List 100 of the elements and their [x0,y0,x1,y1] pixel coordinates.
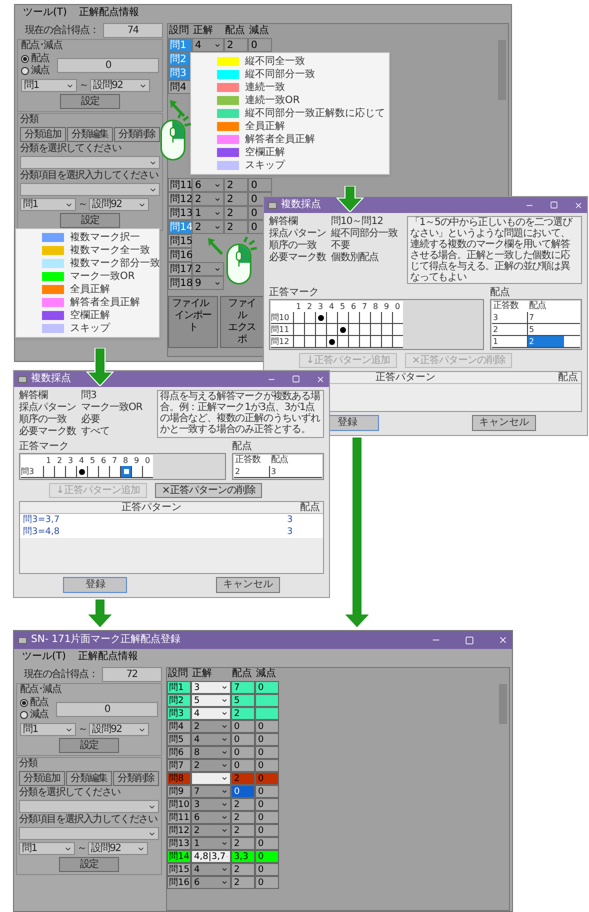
answer-dropdown[interactable]: 4 [191,733,231,746]
dropdown[interactable]: 設問92 [88,842,148,855]
set-button[interactable]: 設定 [59,857,119,872]
menu-item[interactable]: 空欄正解 [38,309,159,322]
set-button[interactable]: 設定 [60,94,120,109]
answer-dropdown[interactable]: 2 [191,720,231,733]
close-icon[interactable] [574,200,583,210]
question-cell[interactable]: 問5 [167,733,191,746]
question-cell[interactable]: 問13 [168,206,192,220]
answer-dropdown[interactable]: 1 [192,206,224,220]
menu-item[interactable]: 解答者全員正解 [38,296,159,309]
menu-item[interactable]: 複数マーク全一致 [38,244,159,257]
question-cell[interactable]: 問7 [167,759,191,772]
answer-dropdown[interactable]: 6 [192,178,224,192]
mark-cell[interactable] [76,466,87,477]
question-cell[interactable]: 問11 [168,178,192,192]
points-cell[interactable]: 5 [528,324,564,335]
dropdown[interactable]: 設問92 [89,723,150,736]
radio-button[interactable] [20,711,28,719]
dropdown[interactable]: 設問92 [90,79,150,92]
question-cell[interactable]: 問6 [167,746,191,759]
menu-item[interactable]: 解答者全員正解 [213,133,389,146]
question-cell[interactable]: 問16 [167,876,191,889]
answer-dropdown[interactable]: 3 [191,681,231,694]
question-cell[interactable]: 問17 [168,262,192,276]
menu-item[interactable]: スキップ [213,159,389,172]
question-cell[interactable]: 問2 [167,694,191,707]
question-cell[interactable]: 問15 [167,863,191,876]
menu-item[interactable]: スキップ [38,322,159,335]
answer-dropdown[interactable]: 2 [192,262,224,276]
category-button[interactable]: 分類削除 [114,127,160,142]
mark-cell[interactable] [315,312,326,323]
radio-button[interactable] [21,55,29,63]
answer-dropdown[interactable]: 4 [191,863,231,876]
answer-dropdown[interactable]: 4,8|3,7 [191,850,231,863]
menu-item[interactable]: 正解配点情報 [78,8,139,18]
question-cell[interactable]: 問4 [167,720,191,733]
question-cell[interactable]: 問9 [167,785,191,798]
menu-item[interactable]: 正解配点情報 [78,652,138,662]
category-button[interactable]: 分類追加 [20,127,66,142]
dropdown[interactable]: 問1 [19,842,75,855]
answer-dropdown[interactable]: 4 [192,38,224,52]
answer-dropdown[interactable]: 2 [192,220,224,234]
points-cell[interactable]: 2 [528,336,564,347]
question-cell[interactable]: 問15 [168,234,192,248]
question-cell[interactable]: 問12 [167,824,191,837]
close-icon[interactable] [316,374,325,384]
mark-cell[interactable] [337,324,348,335]
menu-item[interactable]: 連続一致 [213,81,389,94]
menu-item[interactable]: 縦不同全一致 [213,55,389,68]
question-cell[interactable]: 問18 [168,276,192,290]
maximize-icon[interactable] [292,375,300,383]
dropdown[interactable]: 問1 [21,79,77,92]
menu-item[interactable]: 連続一致OR [213,94,389,107]
question-cell[interactable]: 問1 [167,681,191,694]
answer-dropdown[interactable]: 4 [191,707,231,720]
mark-cell[interactable] [326,336,337,347]
menu-item[interactable]: ツール(T) [22,652,66,662]
answer-dropdown[interactable]: 1 [191,837,231,850]
question-cell[interactable]: 問11 [167,811,191,824]
dropdown[interactable]: 設問92 [89,198,150,211]
menu-item[interactable]: 複数マーク択一 [38,231,159,244]
dropdown[interactable]: 問1 [20,198,76,211]
mark-cell[interactable] [120,466,131,477]
menu-item[interactable]: 全員正解 [38,283,159,296]
points-cell[interactable]: 7 [528,312,564,323]
menu-item[interactable]: ツール(T) [23,8,67,18]
dropdown[interactable]: 問1 [20,723,76,736]
question-cell[interactable]: 問3 [167,707,191,720]
cancel-button[interactable]: キャンセル [472,415,536,431]
category-button[interactable]: 分類削除 [113,771,159,786]
category-button[interactable]: 分類編集 [67,127,113,142]
maximize-icon[interactable] [550,201,558,209]
maximize-icon[interactable] [465,636,474,644]
set-button[interactable]: 設定 [59,738,119,753]
import-button[interactable]: ファイル インポート [168,296,218,348]
radio-button[interactable] [20,699,28,707]
cancel-button[interactable]: キャンセル [216,577,280,593]
question-cell[interactable]: 問14 [167,850,191,863]
question-cell[interactable]: 問4 [168,80,192,94]
menu-item[interactable]: マーク一致OR [38,270,159,283]
question-cell[interactable]: 問10 [167,798,191,811]
menu-item[interactable]: 複数マーク部分一致 [38,257,159,270]
question-cell[interactable]: 問13 [167,837,191,850]
answer-dropdown[interactable]: 2 [191,759,231,772]
points-field[interactable]: 0 [56,702,158,716]
category-button[interactable]: 分類編集 [66,771,112,786]
answer-dropdown[interactable]: 9 [192,276,224,290]
menu-item[interactable]: 縦不同部分一致正解数に応じて [213,107,389,120]
points-cell[interactable]: 3 [270,466,306,477]
question-cell[interactable]: 問8 [167,772,191,785]
radio-button[interactable] [21,67,29,75]
answer-dropdown[interactable]: 6 [191,876,231,889]
answer-dropdown[interactable]: 3 [191,798,231,811]
question-cell[interactable]: 問16 [168,248,192,262]
answer-dropdown[interactable]: 2 [192,192,224,206]
delete-pattern-button[interactable]: ×正答パターンの削除 [154,483,262,498]
close-icon[interactable] [498,635,508,645]
answer-dropdown[interactable]: 8 [191,746,231,759]
question-cell[interactable]: 問12 [168,192,192,206]
